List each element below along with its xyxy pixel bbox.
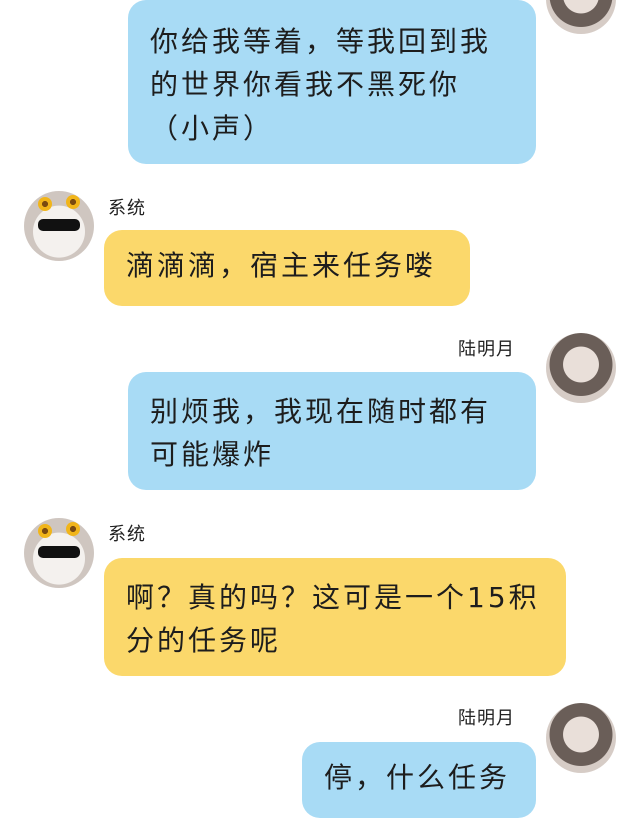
sender-name: 系统 (108, 524, 146, 545)
flower-icon (66, 522, 80, 536)
sunglasses-icon (38, 219, 80, 231)
user-avatar[interactable] (546, 0, 616, 34)
flower-icon (66, 195, 80, 209)
sender-name: 陆明月 (458, 339, 515, 360)
sender-name: 系统 (108, 198, 146, 219)
message-bubble: 停，什么任务 (302, 742, 536, 818)
user-avatar[interactable] (546, 703, 616, 773)
sunglasses-icon (38, 546, 80, 558)
message-bubble: 别烦我，我现在随时都有可能爆炸 (128, 372, 536, 490)
system-avatar[interactable] (24, 518, 94, 588)
message-bubble: 滴滴滴，宿主来任务喽 (104, 230, 470, 306)
system-avatar[interactable] (24, 191, 94, 261)
flower-icon (38, 197, 52, 211)
flower-icon (38, 524, 52, 538)
message-bubble: 你给我等着，等我回到我的世界你看我不黑死你（小声） (128, 0, 536, 164)
message-bubble: 啊？真的吗？这可是一个15积分的任务呢 (104, 558, 566, 676)
user-avatar[interactable] (546, 333, 616, 403)
sender-name: 陆明月 (458, 708, 515, 729)
